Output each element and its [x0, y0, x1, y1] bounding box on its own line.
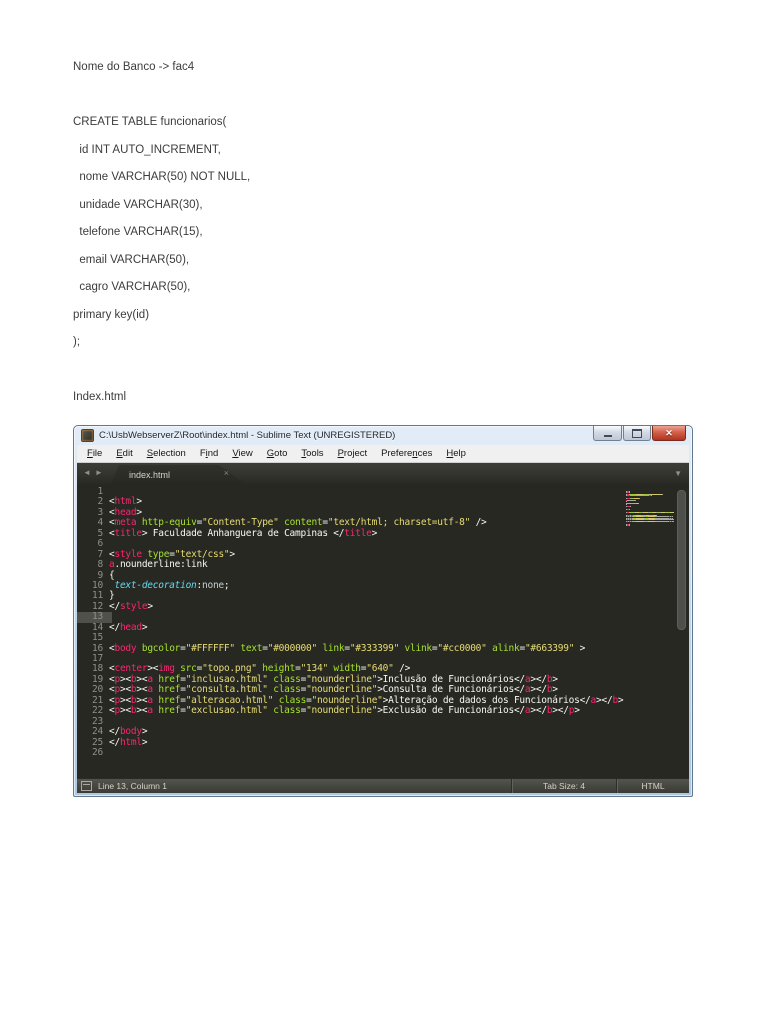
document-line: CREATE TABLE funcionarios(: [73, 116, 227, 128]
maximize-button[interactable]: [623, 426, 651, 441]
window-titlebar[interactable]: C:\UsbWebserverZ\Root\index.html - Subli…: [77, 426, 689, 445]
menu-item-edit[interactable]: Edit: [109, 448, 139, 459]
code-line[interactable]: a.nounderline:link: [109, 559, 675, 570]
document-line: [73, 364, 250, 392]
line-number: 15: [92, 632, 103, 644]
sublime-text-window: C:\UsbWebserverZ\Root\index.html - Subli…: [73, 425, 693, 797]
sublime-app-icon: [81, 429, 94, 442]
document-line: Index.html: [73, 391, 127, 403]
tab-bar: ◄► index.html × ▼: [77, 463, 689, 484]
vertical-scrollbar[interactable]: [677, 490, 686, 630]
document-line: primary key(id): [73, 308, 150, 321]
tab-overflow-icon[interactable]: ▼: [674, 469, 682, 478]
code-line[interactable]: <p><b><a href="exclusao.html" class="nou…: [109, 705, 675, 716]
menu-item-help[interactable]: Help: [439, 448, 473, 459]
line-number-gutter: 1 2 3 4 5 6 7 8 9 10 11 12 13 14 15 16 17 18 19 20 21 22 23 24 2…: [77, 486, 104, 758]
menu-item-file[interactable]: File: [80, 448, 109, 459]
document-line: );: [73, 336, 81, 348]
code-editor[interactable]: 1 2 3 4 5 6 7 8 9 10 11 12 13 14 15 16 17 18 19 20 21 22 23 24 2…: [77, 484, 689, 778]
line-number: 26: [92, 746, 103, 758]
document-line: Nome do Banco -> fac4: [73, 61, 195, 73]
menu-item-goto[interactable]: Goto: [260, 448, 295, 459]
code-line[interactable]: [109, 717, 675, 727]
menu-item-view[interactable]: View: [225, 448, 259, 459]
code-line[interactable]: [109, 748, 675, 758]
document-line: unidade VARCHAR(30),: [73, 198, 203, 211]
code-line[interactable]: </html>: [109, 737, 675, 748]
syntax-indicator[interactable]: HTML: [616, 779, 689, 793]
document-line: email VARCHAR(50),: [73, 253, 190, 266]
line-number: 8: [97, 559, 104, 571]
code-line[interactable]: </style>: [109, 601, 675, 612]
document-text: Nome do Banco -> fac4 CREATE TABLE funcio…: [73, 61, 250, 419]
status-panel-icon[interactable]: [81, 781, 92, 791]
document-line: nome VARCHAR(50) NOT NULL,: [73, 171, 251, 183]
tab-back-icon[interactable]: ◄: [83, 468, 95, 477]
close-icon: ✕: [665, 427, 673, 438]
menu-item-tools[interactable]: Tools: [294, 448, 330, 459]
menu-item-preferences[interactable]: Preferences: [374, 448, 439, 459]
minimize-icon: [603, 435, 612, 437]
code-line[interactable]: [109, 487, 675, 497]
menu-item-selection[interactable]: Selection: [140, 448, 193, 459]
menu-item-find[interactable]: Find: [193, 448, 226, 459]
tab-size-indicator[interactable]: Tab Size: 4: [511, 779, 616, 793]
minimap[interactable]: [626, 489, 674, 528]
caret-position: Line 13, Column 1: [98, 781, 167, 791]
code-line[interactable]: text-decoration:none;: [109, 580, 675, 591]
close-button[interactable]: ✕: [652, 426, 686, 441]
line-number: 24: [92, 726, 103, 738]
minimap-line: [626, 527, 674, 528]
document-line: telefone VARCHAR(15),: [73, 226, 203, 238]
document-line: [73, 89, 250, 117]
maximize-icon: [632, 428, 642, 438]
document-line: cagro VARCHAR(50),: [73, 281, 191, 293]
status-bar: Line 13, Column 1 Tab Size: 4 HTML: [77, 778, 689, 793]
menu-item-project[interactable]: Project: [331, 448, 375, 459]
window-title: C:\UsbWebserverZ\Root\index.html - Subli…: [99, 430, 396, 441]
document-line: id INT AUTO_INCREMENT,: [73, 143, 221, 156]
code-line[interactable]: </body>: [109, 726, 675, 737]
minimize-button[interactable]: [593, 426, 622, 441]
document-page: Nome do Banco -> fac4 CREATE TABLE funcio…: [0, 0, 768, 1024]
code-line[interactable]: [109, 612, 675, 622]
menu-bar: File Edit Selection Find View Goto Tools Projec…: [77, 445, 689, 463]
code-line[interactable]: </head>: [109, 622, 675, 633]
tab-index-html[interactable]: index.html ×: [111, 465, 245, 484]
code-line[interactable]: <html>: [109, 497, 675, 507]
tab-forward-icon[interactable]: ►: [95, 468, 107, 477]
tab-close-icon[interactable]: ×: [224, 468, 229, 478]
code-line[interactable]: }: [109, 591, 675, 601]
code-lines[interactable]: <html> <head> <meta http-equiv="Content-Ty…: [109, 487, 675, 758]
code-line[interactable]: <title> Faculdade Anhanguera de Campinas…: [109, 528, 675, 539]
code-line[interactable]: <body bgcolor="#FFFFFF" text="#000000" l…: [109, 643, 675, 654]
tab-label: index.html: [129, 469, 171, 480]
